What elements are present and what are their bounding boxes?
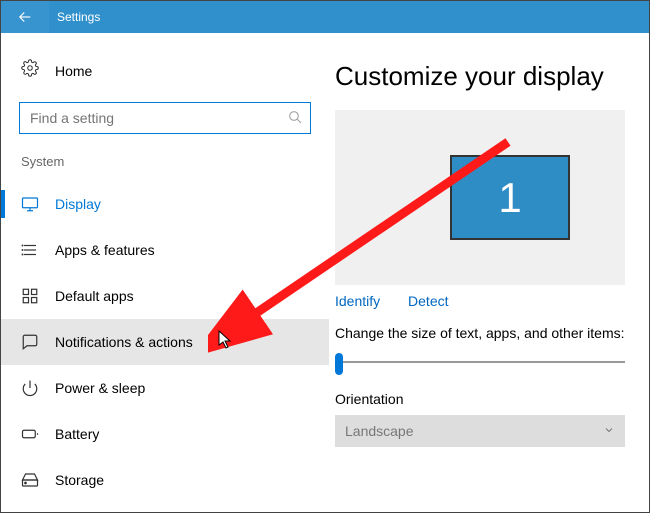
identify-link[interactable]: Identify (335, 293, 380, 309)
orientation-value: Landscape (345, 423, 414, 439)
sidebar-item-label: Battery (55, 426, 99, 442)
scale-label: Change the size of text, apps, and other… (335, 325, 649, 341)
sidebar-item-label: Storage (55, 472, 104, 488)
sidebar-item-battery[interactable]: Battery (1, 411, 329, 457)
monitor-number: 1 (498, 174, 521, 222)
monitor-icon (21, 195, 39, 213)
sidebar-item-label: Default apps (55, 288, 134, 304)
page-title: Customize your display (335, 61, 649, 92)
sidebar-item-home[interactable]: Home (1, 49, 329, 92)
title-bar: Settings (1, 1, 649, 33)
sidebar-item-power[interactable]: Power & sleep (1, 365, 329, 411)
search-icon (287, 109, 303, 130)
arrow-left-icon (16, 8, 34, 26)
sidebar-item-label: Power & sleep (55, 380, 145, 396)
sidebar-item-default-apps[interactable]: Default apps (1, 273, 329, 319)
orientation-dropdown[interactable]: Landscape (335, 415, 625, 447)
orientation-label: Orientation (335, 391, 649, 407)
slider-thumb[interactable] (335, 353, 343, 375)
window-title: Settings (57, 10, 100, 24)
content-area: Customize your display 1 Identify Detect… (329, 33, 649, 511)
detect-link[interactable]: Detect (408, 293, 448, 309)
message-icon (21, 333, 39, 351)
scale-slider[interactable] (335, 351, 625, 375)
display-preview[interactable]: 1 (335, 110, 625, 285)
group-label-system: System (1, 152, 329, 171)
sidebar-item-label: Display (55, 196, 101, 212)
sidebar-item-label: Notifications & actions (55, 334, 193, 350)
drive-icon (21, 471, 39, 489)
sidebar-item-display[interactable]: Display (1, 181, 329, 227)
monitor-tile-1[interactable]: 1 (450, 155, 570, 240)
slider-track (341, 361, 625, 363)
gear-icon (21, 59, 39, 82)
chevron-down-icon (603, 423, 615, 439)
search-input[interactable] (19, 102, 311, 134)
back-button[interactable] (1, 1, 49, 33)
sidebar-item-storage[interactable]: Storage (1, 457, 329, 503)
sidebar: Home System Display Apps & features Defa… (1, 33, 329, 511)
sidebar-item-apps[interactable]: Apps & features (1, 227, 329, 273)
grid-icon (21, 287, 39, 305)
power-icon (21, 379, 39, 397)
list-icon (21, 241, 39, 259)
sidebar-item-notifications[interactable]: Notifications & actions (1, 319, 329, 365)
home-label: Home (55, 63, 92, 79)
sidebar-item-label: Apps & features (55, 242, 155, 258)
battery-icon (21, 425, 39, 443)
